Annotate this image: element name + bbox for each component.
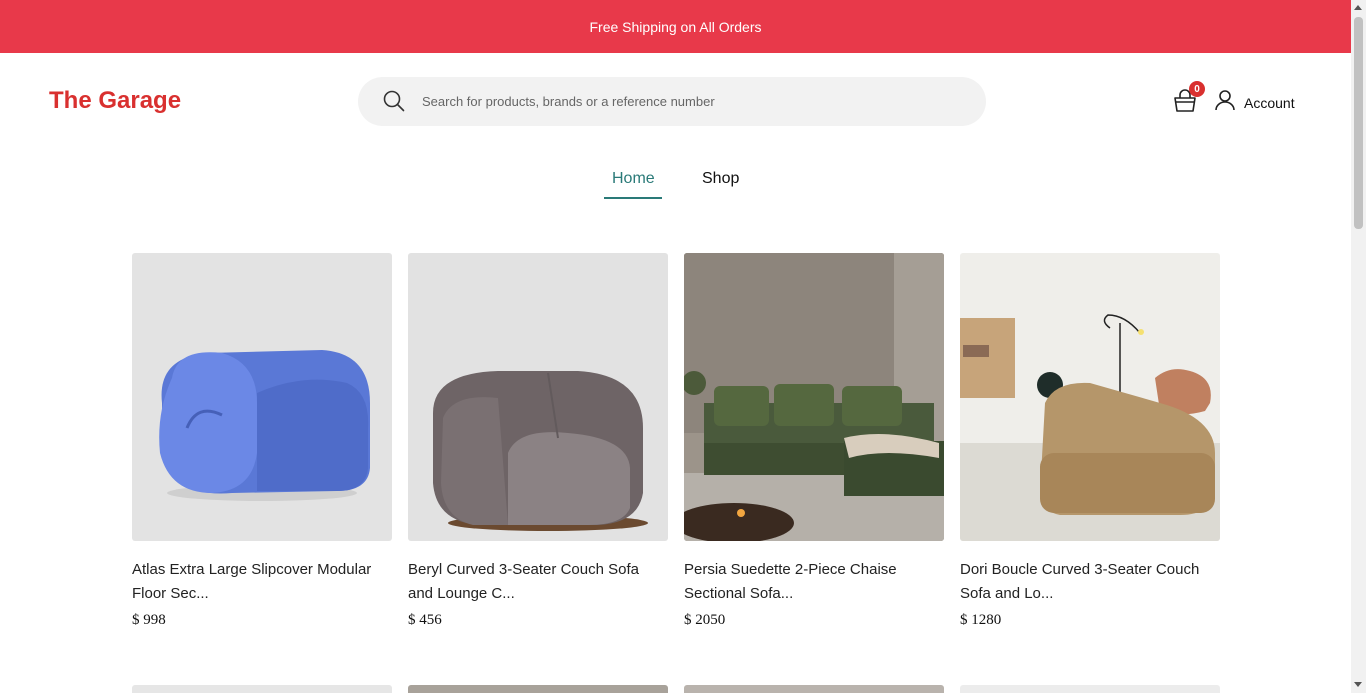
account-label: Account	[1244, 94, 1295, 111]
page-scrollbar[interactable]	[1351, 0, 1366, 693]
product-price: $ 2050	[684, 612, 726, 628]
product-image[interactable]	[408, 253, 668, 541]
promo-banner: Free Shipping on All Orders	[0, 0, 1351, 53]
account-button[interactable]: Account	[1214, 89, 1295, 116]
search-input[interactable]	[422, 77, 962, 126]
scroll-down-icon[interactable]	[1354, 682, 1362, 687]
product-card[interactable]: Atlas Extra Large Slipcover Modular Floo…	[132, 253, 392, 629]
product-name[interactable]: Atlas Extra Large Slipcover Modular Floo…	[132, 558, 392, 606]
product-card-peek[interactable]	[684, 685, 944, 693]
scroll-up-icon[interactable]	[1354, 5, 1362, 10]
active-tab-indicator	[604, 197, 662, 199]
product-card-peek[interactable]	[408, 685, 668, 693]
page: Free Shipping on All Orders The Garage 0…	[0, 0, 1351, 693]
product-image[interactable]	[960, 253, 1220, 541]
product-image[interactable]	[132, 253, 392, 541]
scrollbar-thumb[interactable]	[1354, 17, 1363, 229]
product-card-peek[interactable]	[132, 685, 392, 693]
product-card[interactable]: Beryl Curved 3-Seater Couch Sofa and Lou…	[408, 253, 668, 629]
product-card[interactable]: Dori Boucle Curved 3-Seater Couch Sofa a…	[960, 253, 1220, 629]
product-card-peek[interactable]	[960, 685, 1220, 693]
product-name[interactable]: Persia Suedette 2-Piece Chaise Sectional…	[684, 558, 944, 606]
product-name[interactable]: Beryl Curved 3-Seater Couch Sofa and Lou…	[408, 558, 668, 606]
product-image[interactable]	[684, 253, 944, 541]
product-price: $ 456	[408, 612, 442, 628]
product-card[interactable]: Persia Suedette 2-Piece Chaise Sectional…	[684, 253, 944, 629]
tab-home[interactable]: Home	[612, 170, 655, 198]
search-bar[interactable]	[358, 77, 986, 126]
site-logo[interactable]: The Garage	[49, 87, 181, 115]
promo-text: Free Shipping on All Orders	[589, 18, 762, 35]
tab-shop[interactable]: Shop	[702, 170, 739, 198]
product-name[interactable]: Dori Boucle Curved 3-Seater Couch Sofa a…	[960, 558, 1220, 606]
search-icon[interactable]	[383, 90, 405, 117]
product-price: $ 1280	[960, 612, 1002, 628]
user-icon	[1214, 89, 1236, 116]
product-price: $ 998	[132, 612, 166, 628]
cart-count-badge: 0	[1189, 81, 1205, 97]
